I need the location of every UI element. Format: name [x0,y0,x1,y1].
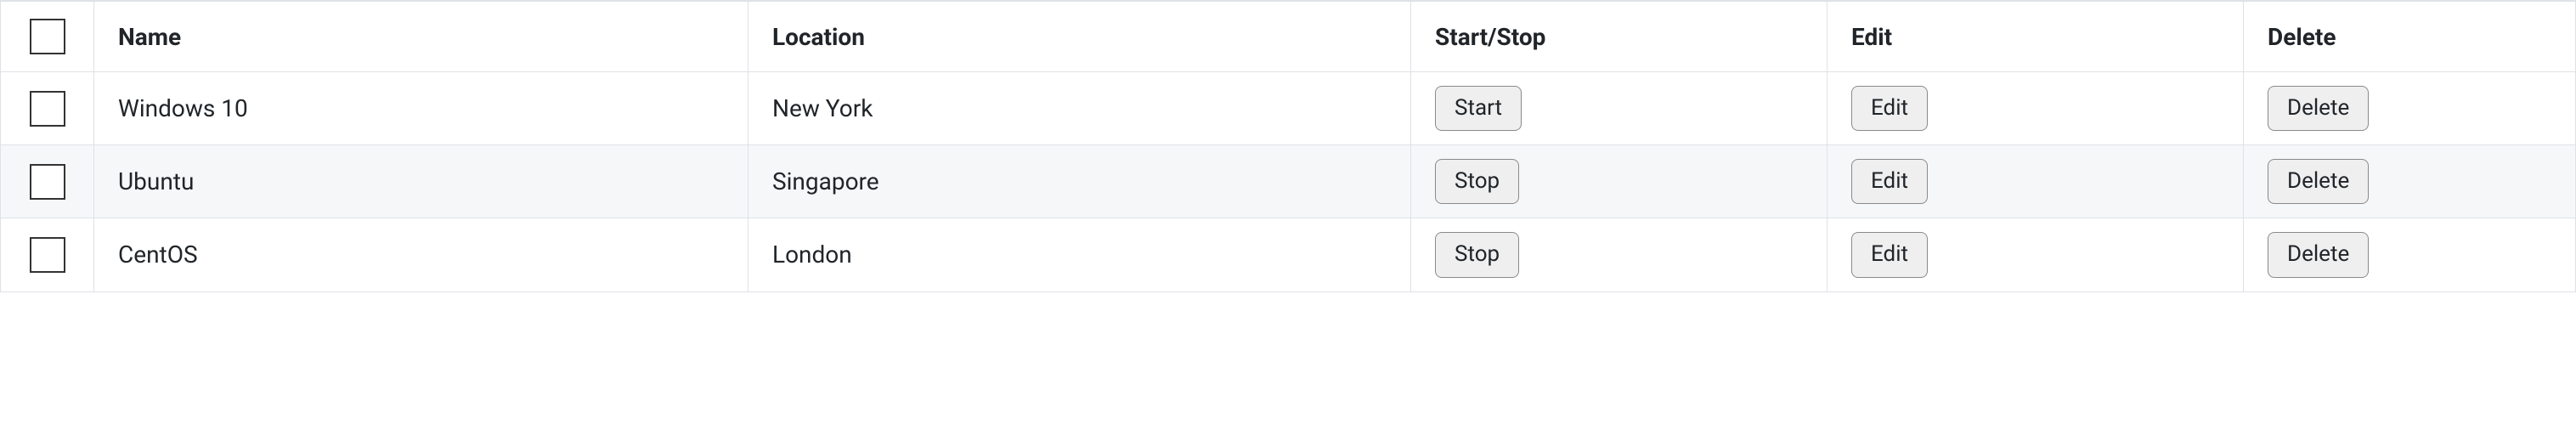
header-delete: Delete [2244,1,2576,72]
edit-button[interactable]: Edit [1851,86,1928,131]
delete-button[interactable]: Delete [2268,86,2369,131]
row-checkbox[interactable] [30,164,65,200]
row-select-cell [1,218,94,291]
start-stop-button[interactable]: Stop [1435,159,1519,204]
row-checkbox[interactable] [30,91,65,127]
row-delete-cell: Delete [2244,72,2576,145]
vm-table: Name Location Start/Stop Edit Delete Win… [0,0,2576,292]
row-name: Ubuntu [94,145,749,218]
row-location: New York [749,72,1411,145]
row-startstop-cell: Stop [1411,218,1827,291]
row-name: Windows 10 [94,72,749,145]
header-select-all [1,1,94,72]
row-location: Singapore [749,145,1411,218]
row-edit-cell: Edit [1827,218,2244,291]
row-edit-cell: Edit [1827,145,2244,218]
header-location: Location [749,1,1411,72]
start-stop-button[interactable]: Stop [1435,232,1519,277]
start-stop-button[interactable]: Start [1435,86,1522,131]
header-edit: Edit [1827,1,2244,72]
row-delete-cell: Delete [2244,218,2576,291]
edit-button[interactable]: Edit [1851,232,1928,277]
header-name: Name [94,1,749,72]
row-select-cell [1,145,94,218]
table-header-row: Name Location Start/Stop Edit Delete [1,1,2576,72]
edit-button[interactable]: Edit [1851,159,1928,204]
row-name: CentOS [94,218,749,291]
select-all-checkbox[interactable] [30,19,65,54]
row-startstop-cell: Stop [1411,145,1827,218]
row-startstop-cell: Start [1411,72,1827,145]
row-location: London [749,218,1411,291]
table-row: Ubuntu Singapore Stop Edit Delete [1,145,2576,218]
table-row: CentOS London Stop Edit Delete [1,218,2576,291]
table-row: Windows 10 New York Start Edit Delete [1,72,2576,145]
row-select-cell [1,72,94,145]
delete-button[interactable]: Delete [2268,232,2369,277]
delete-button[interactable]: Delete [2268,159,2369,204]
row-checkbox[interactable] [30,237,65,273]
row-edit-cell: Edit [1827,72,2244,145]
header-startstop: Start/Stop [1411,1,1827,72]
row-delete-cell: Delete [2244,145,2576,218]
